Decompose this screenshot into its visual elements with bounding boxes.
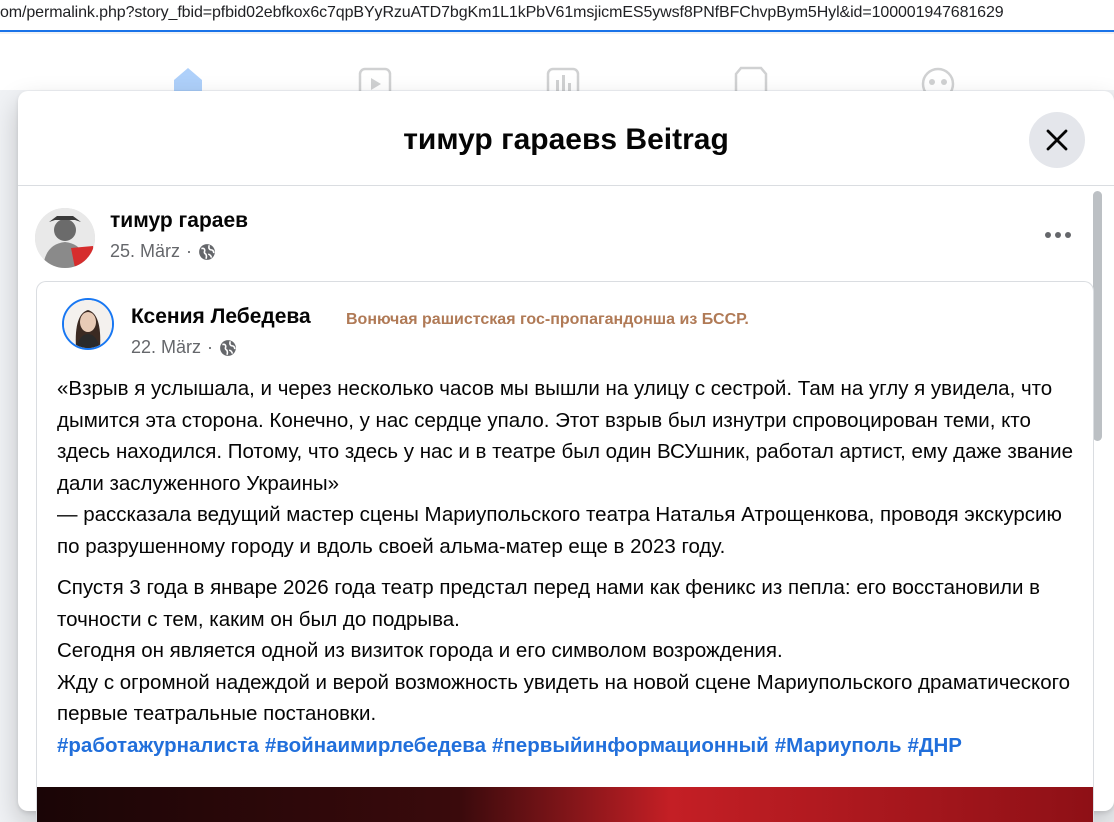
author-name[interactable]: тимур гараев xyxy=(110,209,248,233)
post-paragraph: Спустя 3 года в январе 2026 года театр п… xyxy=(57,576,1041,631)
shared-post-meta: 22. März · xyxy=(131,337,237,358)
globe-icon xyxy=(199,243,215,260)
more-icon xyxy=(1045,232,1071,238)
author-avatar[interactable] xyxy=(35,208,95,268)
post-modal: тимур гараевs Beitrag тимур гараев 25. M… xyxy=(18,91,1114,822)
hashtag-link[interactable]: #работажурналиста xyxy=(57,734,259,757)
close-button[interactable] xyxy=(1029,112,1085,168)
hashtag-link[interactable]: #войнаимирлебедева xyxy=(265,734,486,757)
close-icon xyxy=(1046,129,1068,151)
meta-separator: · xyxy=(186,241,193,261)
post-meta: 25. März · xyxy=(110,241,216,262)
post-paragraph: — рассказала ведущий мастер сцены Мариуп… xyxy=(57,503,1062,558)
facebook-header xyxy=(0,34,1114,101)
post-text: «Взрыв я услышала, и через несколько час… xyxy=(57,373,1077,761)
hashtag-link[interactable]: #Мариуполь xyxy=(775,734,902,757)
hashtag-link[interactable]: #ДНР xyxy=(907,734,961,757)
post-paragraph: Жду с огромной надеждой и верой возможно… xyxy=(57,670,1071,726)
modal-title: тимур гараевs Beitrag xyxy=(403,123,729,156)
scrollbar-thumb[interactable] xyxy=(1093,191,1102,441)
shared-author-avatar[interactable] xyxy=(62,298,114,350)
url-text[interactable]: om/permalink.php?story_fbid=pfbid02ebfko… xyxy=(0,4,1004,22)
hashtag-link[interactable]: #первыйинформационный xyxy=(492,734,769,757)
more-options-button[interactable] xyxy=(1038,220,1078,250)
author-tag: Вонючая рашистская гос-пропагандонша из … xyxy=(346,311,749,328)
hashtag-list: #работажурналиста #войнаимирлебедева #перв… xyxy=(57,734,968,757)
shared-author-name[interactable]: Ксения Лебедева xyxy=(131,305,311,329)
meta-separator: · xyxy=(207,337,214,357)
post-paragraph: Сегодня он является одной из визиток гор… xyxy=(57,639,783,662)
modal-divider xyxy=(18,185,1114,186)
globe-icon xyxy=(220,339,236,356)
shared-post: Ксения Лебедева Вонючая рашистская гос-п… xyxy=(36,281,1094,822)
post-date[interactable]: 25. März xyxy=(110,241,180,262)
shared-post-date[interactable]: 22. März xyxy=(131,337,201,358)
post-paragraph: «Взрыв я услышала, и через несколько час… xyxy=(57,377,1073,495)
post-image[interactable] xyxy=(37,787,1093,822)
url-bar[interactable]: om/permalink.php?story_fbid=pfbid02ebfko… xyxy=(0,0,1114,32)
